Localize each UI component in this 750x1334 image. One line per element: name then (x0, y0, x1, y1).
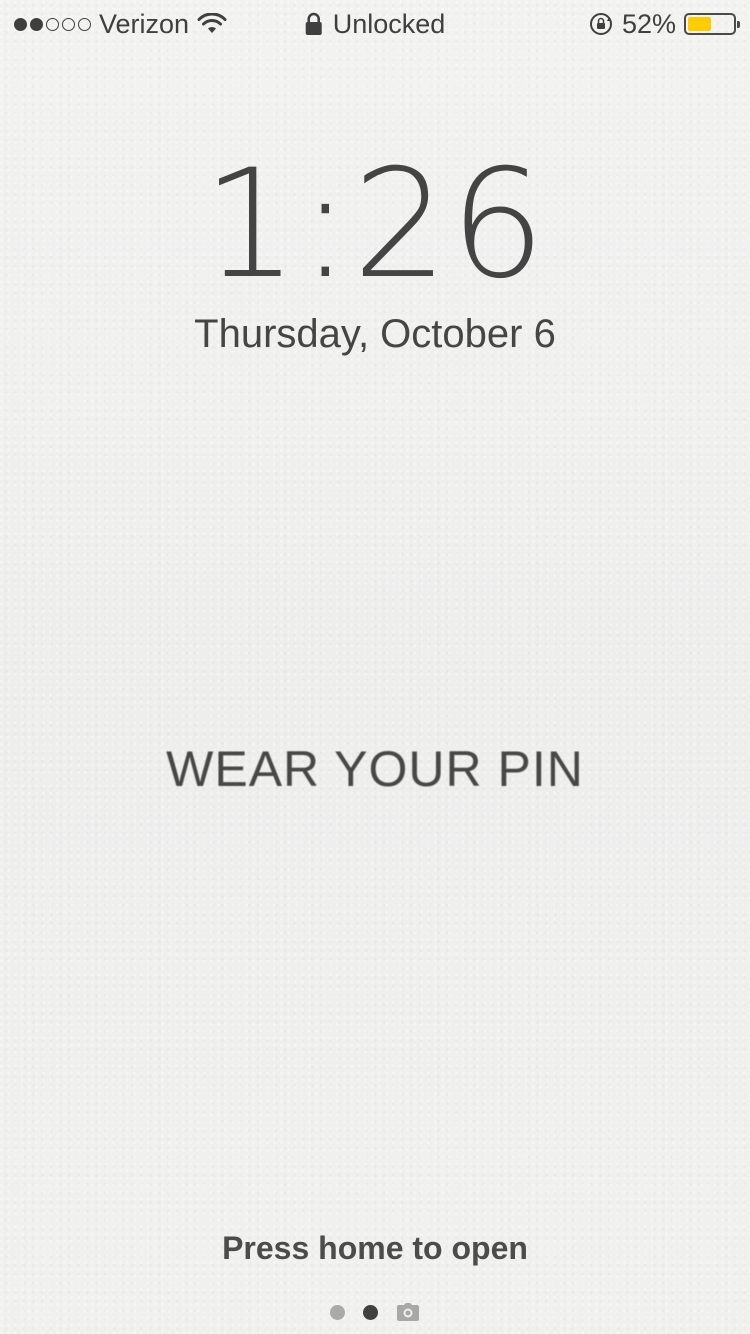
camera-icon[interactable] (396, 1302, 420, 1322)
lock-icon (305, 12, 322, 35)
page-dot-1[interactable] (330, 1304, 345, 1320)
lock-screen-date: Thursday, October 6 (194, 312, 556, 356)
page-indicator[interactable] (0, 1302, 750, 1322)
unlock-prompt: Press home to open (222, 1230, 528, 1266)
battery-percentage: 52% (621, 8, 676, 39)
lock-status-label: Unlocked (332, 8, 446, 39)
battery-level-fill (688, 17, 711, 31)
carrier-name: Verizon (99, 8, 190, 39)
page-dot-2[interactable] (363, 1304, 378, 1320)
battery-icon (684, 13, 740, 35)
status-bar: Verizon Unlocked 52% (0, 0, 750, 48)
lock-screen-time: 1:26 (202, 138, 548, 312)
wallpaper-message: WEAR YOUR PIN (166, 741, 584, 797)
signal-dots-icon (14, 17, 91, 31)
wifi-icon (197, 13, 227, 33)
lock-status: Unlocked (305, 8, 446, 40)
rotation-lock-icon (589, 13, 612, 35)
